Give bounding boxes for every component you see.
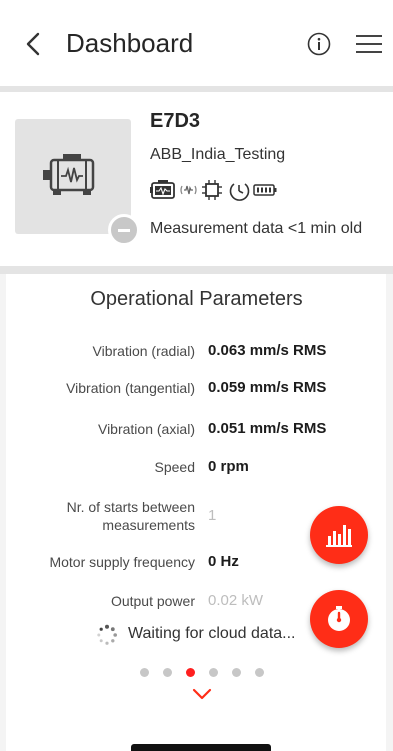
param-label: Vibration (radial) [92,343,195,359]
clock-icon [229,183,250,201]
motor-icon [43,154,95,195]
page-dot-active[interactable] [186,668,195,677]
panel-right-edge [386,274,393,751]
page-dot[interactable] [209,668,218,677]
device-name: E7D3 [150,110,201,132]
page-dot[interactable] [255,668,264,677]
param-value: 1 [208,507,217,524]
waiting-text: Waiting for cloud data... [128,625,296,642]
param-label-multiline: Nr. of starts between measurements [67,498,195,534]
param-label: Motor supply frequency [49,554,195,570]
bar-chart-icon [326,525,352,547]
param-value: 0 rpm [208,458,249,475]
hamburger-menu-icon[interactable] [356,34,382,54]
page-dot[interactable] [140,668,149,677]
chart-button[interactable] [310,506,368,564]
param-label: Output power [110,593,195,609]
param-label: Vibration (tangential) [66,380,195,396]
page-dot[interactable] [232,668,241,677]
panel-left-edge [0,274,6,751]
section-title: Operational Parameters [90,288,303,310]
param-value: 0 Hz [208,553,239,570]
chip-icon [202,180,222,200]
vibration-icon [180,185,197,195]
param-label-line: Nr. of starts between [66,499,195,515]
param-value: 0.02 kW [208,592,264,609]
param-label: Speed [154,459,195,475]
chevron-down-icon[interactable] [192,688,212,700]
measurement-age: Measurement data <1 min old [150,220,363,237]
param-value: 0.051 mm/s RMS [208,420,327,437]
dashboard-gauge-button[interactable] [310,590,368,648]
page-indicator [140,668,264,678]
motor-status-icon [150,180,175,199]
gauge-icon [328,606,350,631]
param-label: Vibration (axial) [97,421,195,437]
device-organization: ABB_India_Testing [150,146,286,163]
spinner-icon [97,624,117,645]
param-label-line: measurements [102,517,195,533]
connection-status-icon [108,214,140,246]
param-value: 0.063 mm/s RMS [208,342,327,359]
back-arrow-icon[interactable] [24,32,44,56]
home-indicator [131,744,271,751]
section-divider [0,266,393,274]
param-value: 0.059 mm/s RMS [208,379,327,396]
battery-icon [253,184,277,196]
app-header: Dashboard [0,0,393,87]
device-status-icons [150,180,277,201]
page-title: Dashboard [66,28,194,58]
info-icon[interactable] [307,32,331,56]
page-dot[interactable] [163,668,172,677]
